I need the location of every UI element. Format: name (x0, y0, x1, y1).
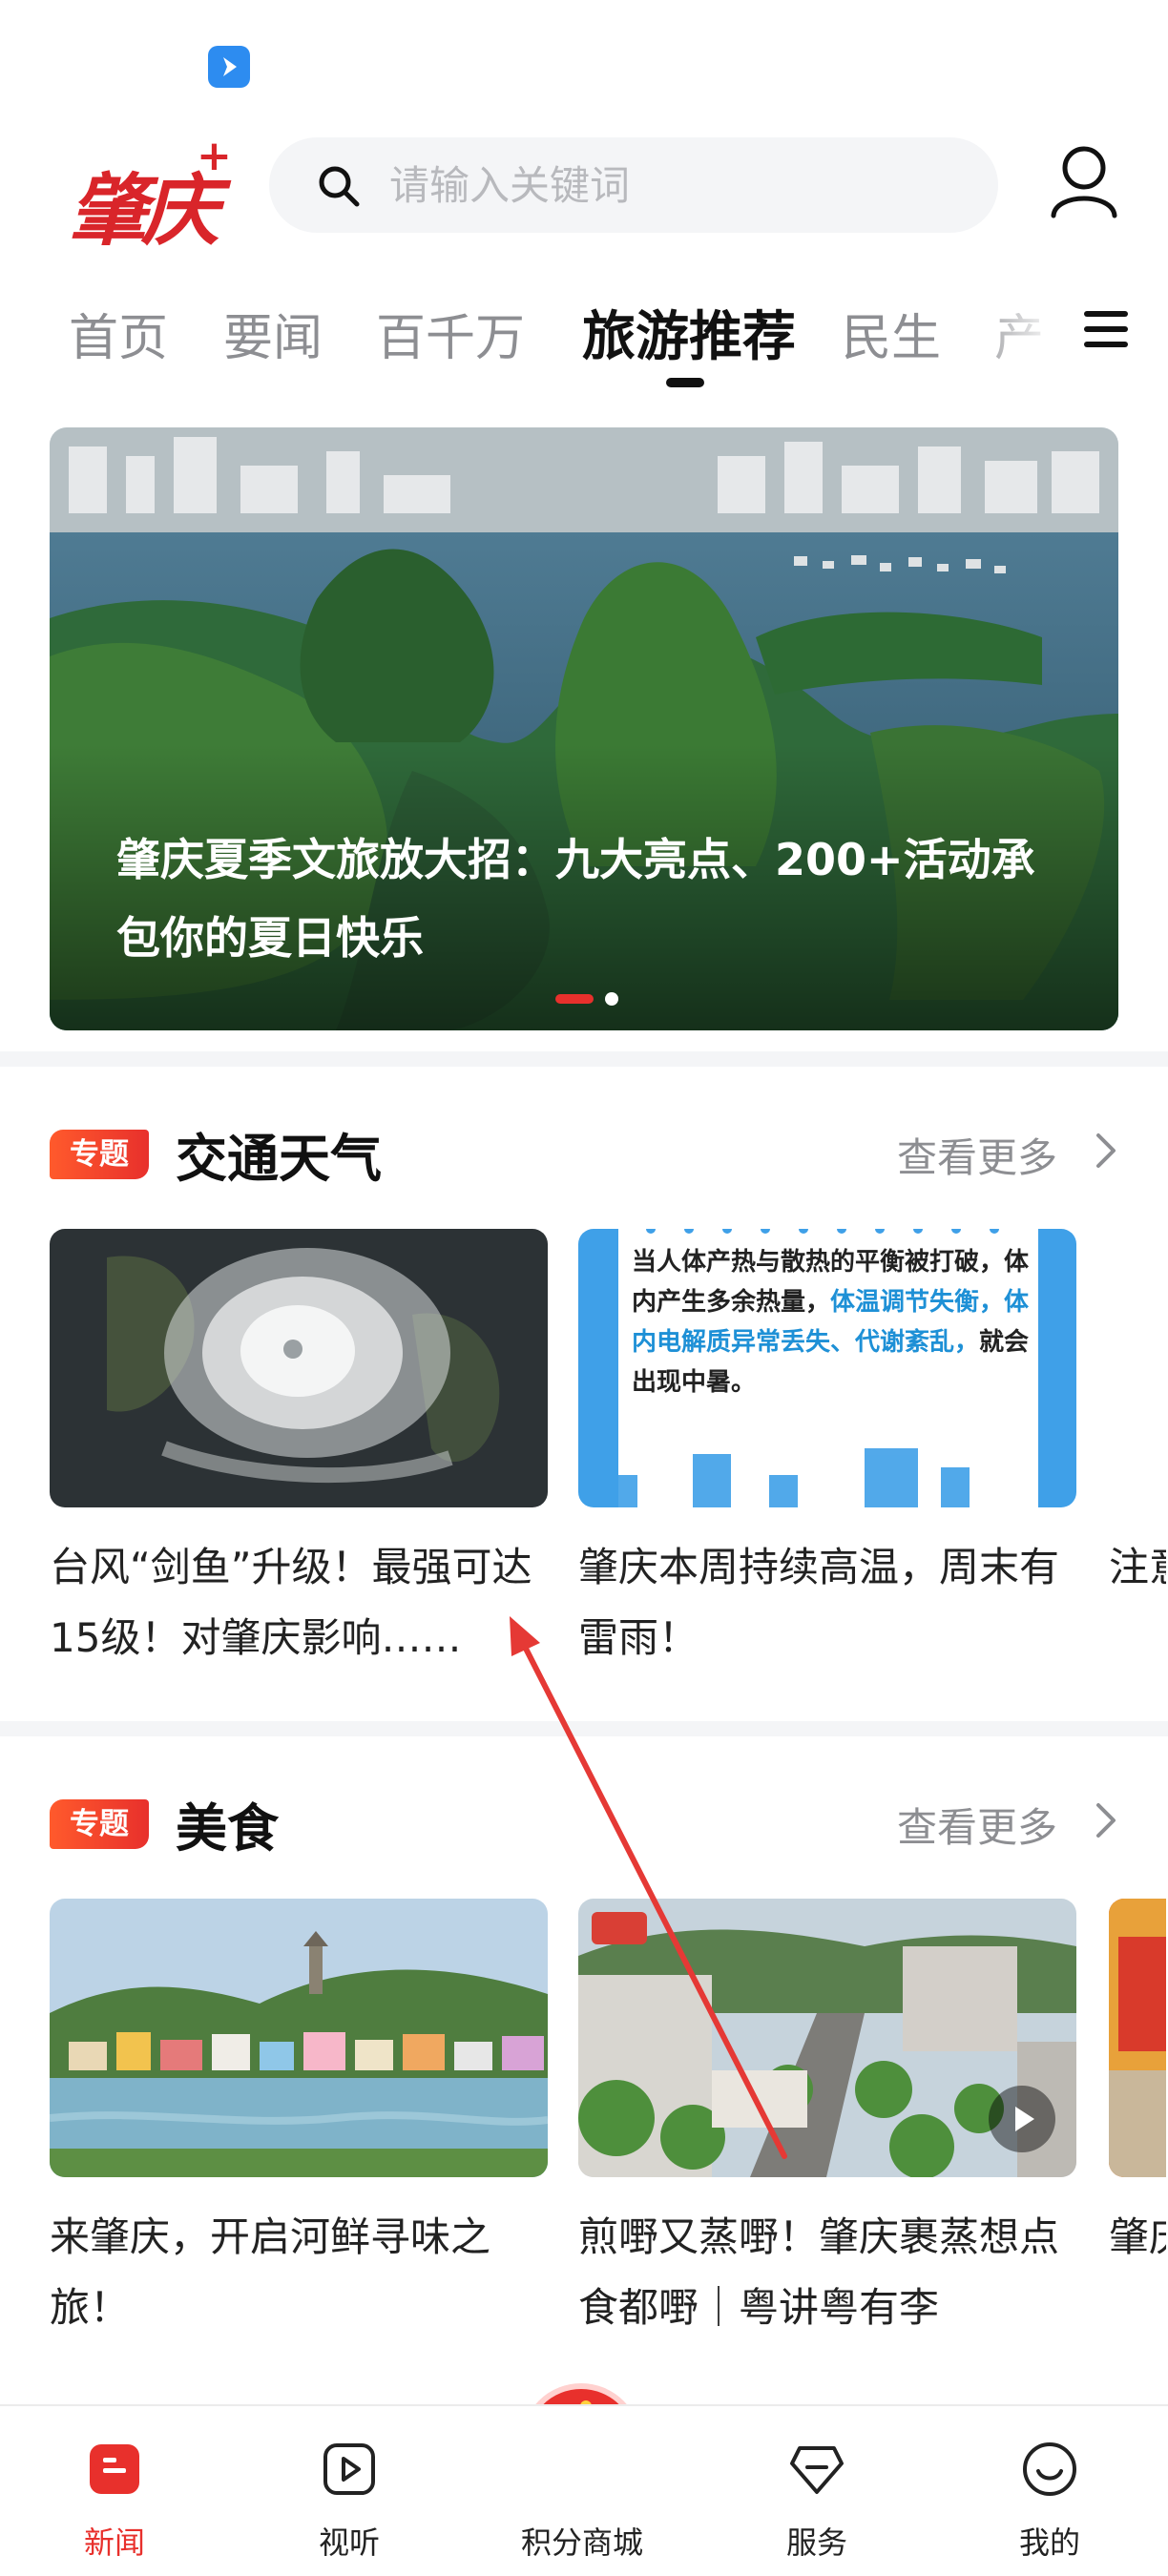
tab-headlines[interactable]: 要闻 (223, 298, 323, 369)
app-header: 肇庆 + (0, 114, 1168, 258)
video-icon (323, 2443, 375, 2495)
card-title: 台风“剑鱼”升级！最强可达15级！对肇庆影响…… (50, 1544, 532, 1661)
tab-home[interactable]: 首页 (69, 298, 168, 369)
hero-banner[interactable]: 肇庆夏季文旅放大招：九大亮点、200+活动承包你的夏日快乐 (50, 427, 1118, 1030)
section-divider (0, 1721, 1168, 1736)
menu-icon[interactable] (1082, 305, 1130, 353)
carousel-dot[interactable] (605, 992, 618, 1006)
service-icon (790, 2446, 844, 2494)
status-bar (0, 0, 1168, 114)
tab-baiqianwan[interactable]: 百千万 (376, 298, 525, 369)
card-title-partial[interactable]: 注意施交 (1109, 1532, 1166, 1603)
search-input[interactable] (389, 137, 962, 233)
section-traffic-weather: 专题 交通天气 查看更多 台风“剑鱼”升级！最强可达15级！对肇庆影响…… 当人… (0, 1067, 1168, 1706)
topic-badge: 专题 (50, 1799, 149, 1849)
view-more-link[interactable]: 查看更多 (897, 1796, 1057, 1854)
card-image-partial[interactable] (1109, 1899, 1166, 2177)
section-divider (0, 1051, 1168, 1067)
section-title: 美食 (176, 1798, 279, 1859)
news-card[interactable]: 台风“剑鱼”升级！最强可达15级！对肇庆影响…… (50, 1229, 548, 1677)
bottom-navigation: 新闻 视听 积分商城 服务 我的 (0, 2404, 1168, 2576)
nav-label: 服务 (785, 2524, 847, 2561)
nav-label: 我的 (1018, 2524, 1080, 2561)
carousel-dot-active (555, 994, 594, 1004)
chevron-right-icon[interactable] (1094, 1132, 1118, 1170)
card-title: 煎嘢又蒸嘢！肇庆裹蒸想点食都嘢｜粤讲粤有李 (578, 2213, 1060, 2331)
smile-icon (1023, 2442, 1076, 2496)
logo-plus: + (197, 132, 232, 180)
nav-news[interactable]: 新闻 (29, 2406, 200, 2576)
nav-points-mall[interactable]: 积分商城 (496, 2406, 668, 2576)
tab-travel[interactable]: 旅游推荐 (582, 294, 796, 371)
chevron-right-icon[interactable] (1094, 1801, 1118, 1839)
logo-text: 肇庆 (69, 165, 219, 257)
card-title: 肇庆本周持续高温，周末有雷雨！ (578, 1544, 1060, 1661)
nav-service[interactable]: 服务 (731, 2406, 903, 2576)
tab-livelihood[interactable]: 民生 (842, 298, 941, 369)
card-image-typhoon (50, 1229, 548, 1507)
news-icon (90, 2444, 139, 2494)
user-profile-icon[interactable] (1048, 143, 1120, 219)
card-image-street-aerial (578, 1899, 1076, 2177)
app-logo[interactable]: 肇庆 + (69, 132, 232, 257)
view-more-link[interactable]: 查看更多 (897, 1126, 1057, 1184)
tabs-fade (964, 277, 1059, 401)
nav-mine[interactable]: 我的 (964, 2406, 1136, 2576)
nav-video[interactable]: 视听 (263, 2406, 435, 2576)
nav-label: 视听 (318, 2524, 380, 2561)
video-play-button[interactable] (989, 2086, 1055, 2152)
card-title-partial[interactable]: 肇庆香港 (1109, 2202, 1166, 2273)
card-image-riverside-town (50, 1899, 548, 2177)
nav-label: 新闻 (83, 2524, 145, 2561)
active-tab-indicator (666, 378, 704, 387)
search-bar[interactable] (269, 137, 998, 233)
card-image-heat: 当人体产热与散热的平衡被打破，体内产生多余热量，体温调节失衡，体内电解质异常丢失… (578, 1229, 1076, 1507)
channel-tabs: 首页 要闻 百千万 旅游推荐 民生 产 (0, 277, 1168, 401)
hero-title: 肇庆夏季文旅放大招：九大亮点、200+活动承包你的夏日快乐 (116, 834, 1035, 964)
notification-app-icon (208, 46, 250, 88)
nav-label: 积分商城 (520, 2524, 643, 2561)
topic-badge: 专题 (50, 1130, 149, 1179)
news-card[interactable]: 来肇庆，开启河鲜寻味之旅！ (50, 1899, 548, 2347)
card-title: 来肇庆，开启河鲜寻味之旅！ (50, 2213, 491, 2331)
section-title: 交通天气 (176, 1129, 382, 1189)
news-card[interactable]: 煎嘢又蒸嘢！肇庆裹蒸想点食都嘢｜粤讲粤有李 (578, 1899, 1076, 2347)
news-card[interactable]: 当人体产热与散热的平衡被打破，体内产生多余热量，体温调节失衡，体内电解质异常丢失… (578, 1229, 1076, 1677)
section-food: 专题 美食 查看更多 来肇庆，开启河鲜寻味之旅！ 煎嘢又蒸嘢！肇庆裹蒸想点食都嘢… (0, 1736, 1168, 2395)
search-icon (319, 166, 360, 207)
